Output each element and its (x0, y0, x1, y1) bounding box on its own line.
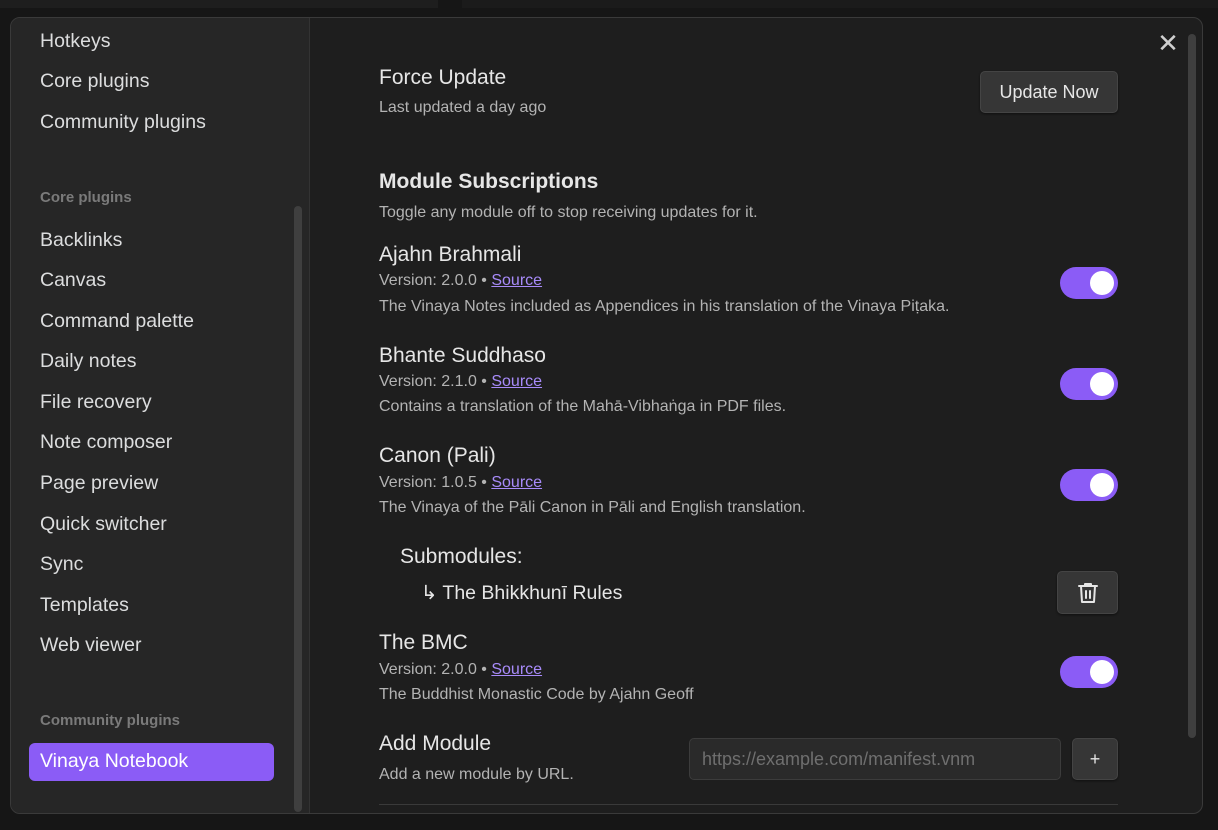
add-module-title: Add Module (379, 732, 492, 755)
subscriptions-desc: Toggle any module off to stop receiving … (379, 204, 758, 221)
module-version: Version: 1.0.5 • Source (379, 474, 543, 491)
sidebar-item-hotkeys[interactable]: Hotkeys (40, 29, 110, 53)
module-desc: Contains a translation of the Mahā-Vibha… (379, 398, 787, 415)
sidebar-item-sync[interactable]: Sync (40, 552, 83, 576)
module-name: The BMC (379, 631, 468, 654)
force-update-desc: Last updated a day ago (379, 99, 547, 116)
settings-sidebar: Hotkeys Core plugins Community plugins C… (11, 18, 310, 813)
content-scrollbar[interactable] (1188, 34, 1196, 738)
add-module-desc: Add a new module by URL. (379, 766, 574, 783)
module-desc: The Vinaya Notes included as Appendices … (379, 298, 950, 315)
source-link[interactable]: Source (491, 474, 542, 491)
sidebar-item-community-plugins[interactable]: Community plugins (40, 110, 206, 134)
sidebar-item-backlinks[interactable]: Backlinks (40, 228, 122, 252)
sidebar-item-web-viewer[interactable]: Web viewer (40, 633, 142, 657)
divider (379, 804, 1118, 805)
module-toggle[interactable] (1060, 656, 1118, 688)
module-url-input[interactable] (689, 738, 1061, 780)
sidebar-item-canvas[interactable]: Canvas (40, 268, 106, 292)
source-link[interactable]: Source (491, 661, 542, 678)
source-link[interactable]: Source (491, 373, 542, 390)
trash-icon (1077, 582, 1098, 603)
force-update-title: Force Update (379, 66, 507, 89)
submodules-label: Submodules: (400, 545, 523, 568)
sidebar-heading-community: Community plugins (40, 712, 180, 729)
module-desc: The Buddhist Monastic Code by Ajahn Geof… (379, 686, 694, 703)
settings-modal: Hotkeys Core plugins Community plugins C… (10, 17, 1203, 814)
module-toggle[interactable] (1060, 267, 1118, 299)
delete-submodule-button[interactable] (1057, 571, 1118, 614)
module-version: Version: 2.0.0 • Source (379, 272, 543, 289)
add-module-button[interactable]: + (1072, 738, 1118, 780)
module-name: Bhante Suddhaso (379, 344, 546, 367)
sidebar-item-file-recovery[interactable]: File recovery (40, 390, 152, 414)
module-toggle[interactable] (1060, 469, 1118, 501)
subscriptions-title: Module Subscriptions (379, 170, 599, 193)
update-now-button[interactable]: Update Now (980, 71, 1118, 113)
module-name: Canon (Pali) (379, 444, 496, 467)
sidebar-item-quick-switcher[interactable]: Quick switcher (40, 512, 167, 536)
sidebar-item-daily-notes[interactable]: Daily notes (40, 349, 136, 373)
sidebar-scrollbar[interactable] (294, 206, 302, 812)
sidebar-heading-core: Core plugins (40, 189, 132, 206)
module-version: Version: 2.1.0 • Source (379, 373, 543, 390)
module-version: Version: 2.0.0 • Source (379, 661, 543, 678)
sidebar-item-note-composer[interactable]: Note composer (40, 430, 172, 454)
close-icon[interactable]: ✕ (1157, 30, 1179, 56)
module-toggle[interactable] (1060, 368, 1118, 400)
module-name: Ajahn Brahmali (379, 243, 522, 266)
sidebar-item-core-plugins[interactable]: Core plugins (40, 69, 149, 93)
source-link[interactable]: Source (491, 272, 542, 289)
module-desc: The Vinaya of the Pāli Canon in Pāli and… (379, 499, 806, 516)
sidebar-item-templates[interactable]: Templates (40, 593, 129, 617)
sidebar-item-page-preview[interactable]: Page preview (40, 471, 158, 495)
sidebar-item-command-palette[interactable]: Command palette (40, 309, 194, 333)
sidebar-item-vinaya-notebook[interactable]: Vinaya Notebook (29, 743, 274, 781)
submodule-item: ↳ The Bhikkhunī Rules (421, 582, 623, 604)
sidebar-item-label: Vinaya Notebook (40, 750, 189, 772)
